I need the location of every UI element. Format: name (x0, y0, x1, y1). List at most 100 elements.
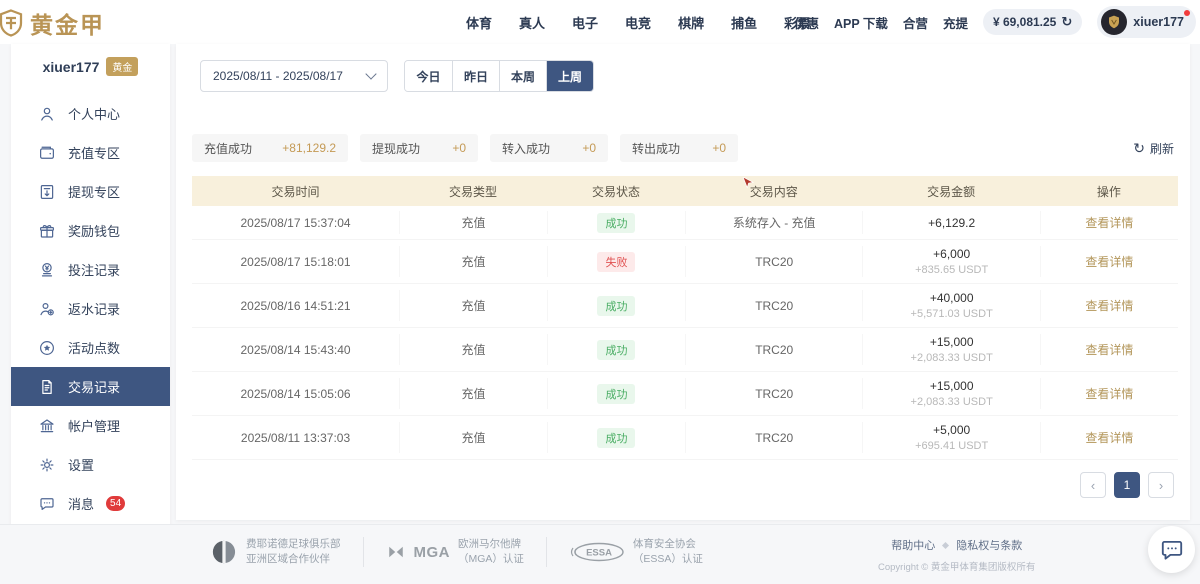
page-1-button[interactable]: 1 (1114, 472, 1140, 498)
tab-yesterday[interactable]: 昨日 (452, 61, 499, 91)
customer-service-button[interactable] (1148, 526, 1195, 573)
cell-action: 查看详情 (1040, 422, 1178, 452)
cell-type: 充值 (399, 211, 547, 234)
nav-sports[interactable]: 体育 (466, 13, 492, 32)
mga-logo-icon (386, 543, 406, 561)
brand-logo[interactable]: 黄金甲 (0, 6, 105, 40)
partner-text: 欧洲马尔他牌 （MGA）认证 (458, 537, 524, 567)
partner-feyenoord: 费耶诺德足球俱乐部 亚洲区域合作伙伴 (210, 537, 341, 567)
amount-usdt: +2,083.33 USDT (911, 396, 993, 408)
gear-icon (38, 456, 56, 474)
cell-amount: +40,000+5,571.03 USDT (862, 290, 1039, 320)
view-details-link[interactable]: 查看详情 (1085, 385, 1133, 402)
sidebar-item-label: 奖励钱包 (68, 221, 120, 240)
cell-type: 充值 (399, 246, 547, 276)
cell-time: 2025/08/16 14:51:21 (192, 290, 399, 320)
refresh-label: 刷新 (1150, 140, 1174, 157)
sidebar-item-withdraw[interactable]: 提现专区 (11, 172, 170, 211)
col-time: 交易时间 (192, 183, 399, 200)
sidebar-item-bet-records[interactable]: 投注记录 (11, 250, 170, 289)
amount-usdt: +2,083.33 USDT (911, 352, 993, 364)
cell-type: 充值 (399, 422, 547, 452)
nav-fishing[interactable]: 捕鱼 (731, 13, 757, 32)
user-icon (38, 105, 56, 123)
sidebar-item-label: 消息 (68, 494, 94, 513)
privacy-terms-link[interactable]: 隐私权与条款 (956, 537, 1022, 553)
cell-content: TRC20 (685, 290, 862, 320)
user-menu[interactable]: xiuer177 (1097, 6, 1196, 38)
sidebar-item-label: 帐户管理 (68, 416, 120, 435)
view-details-link[interactable]: 查看详情 (1085, 297, 1133, 314)
brand-emblem-icon (0, 8, 28, 38)
nav-live[interactable]: 真人 (519, 13, 545, 32)
page-prev-button[interactable]: ‹ (1080, 472, 1106, 498)
status-badge: 失败 (597, 252, 635, 272)
summary-row: 充值成功 +81,129.2 提现成功 +0 转入成功 +0 转出成功 +0 ↻… (192, 134, 1174, 162)
tab-today[interactable]: 今日 (405, 61, 452, 91)
sidebar-item-rebate-records[interactable]: 返水记录 (11, 289, 170, 328)
sidebar-item-transaction-records[interactable]: 交易记录 (11, 367, 170, 406)
sidebar-item-messages[interactable]: 消息 54 (11, 484, 170, 523)
footer-divider (546, 537, 547, 567)
link-deposit-withdraw[interactable]: 充提 (943, 13, 968, 32)
partner-text: 体育安全协会 （ESSA）认证 (633, 537, 703, 567)
header-right: 优惠 APP 下载 合营 充提 ¥ 69,081.25 ↻ xiuer177 (794, 0, 1196, 44)
cell-time: 2025/08/14 15:43:40 (192, 334, 399, 364)
view-details-link[interactable]: 查看详情 (1085, 341, 1133, 358)
partner-mga: MGA 欧洲马尔他牌 （MGA）认证 (386, 537, 524, 567)
main-nav: 体育 真人 电子 电竞 棋牌 捕鱼 彩票 (466, 0, 810, 44)
cell-type: 充值 (399, 334, 547, 364)
sidebar-item-account-management[interactable]: 帐户管理 (11, 406, 170, 445)
refresh-button[interactable]: ↻ 刷新 (1133, 140, 1174, 157)
amount-value: +6,129.2 (928, 216, 975, 230)
nav-slots[interactable]: 电子 (572, 13, 598, 32)
wallet-icon (38, 144, 56, 162)
nav-cards[interactable]: 棋牌 (678, 13, 704, 32)
date-range-select[interactable]: 2025/08/11 - 2025/08/17 (200, 60, 388, 92)
link-partnership[interactable]: 合营 (903, 13, 928, 32)
link-promotions[interactable]: 优惠 (794, 13, 819, 32)
top-header: 黄金甲 体育 真人 电子 电竞 棋牌 捕鱼 彩票 优惠 APP 下载 合营 充提… (0, 0, 1200, 44)
transaction-records-panel: 2025/08/11 - 2025/08/17 今日 昨日 本周 上周 充值成功… (176, 44, 1190, 520)
amount-value: +5,000 (933, 423, 970, 437)
cell-type: 充值 (399, 378, 547, 408)
cell-amount: +5,000 +695.41 USDT (862, 422, 1039, 452)
footer-divider (363, 537, 364, 567)
view-details-link[interactable]: 查看详情 (1085, 214, 1133, 231)
sidebar-item-deposit[interactable]: 充值专区 (11, 133, 170, 172)
col-content: 交易内容 (685, 183, 862, 200)
table-row: 2025/08/14 15:43:40 充值 成功 TRC20 +15,000+… (192, 328, 1178, 372)
view-details-link[interactable]: 查看详情 (1085, 429, 1133, 446)
sidebar-username: xiuer177 (43, 59, 100, 75)
summary-deposit-success: 充值成功 +81,129.2 (192, 134, 348, 162)
page-next-button[interactable]: › (1148, 472, 1174, 498)
cell-content: TRC20 (685, 246, 862, 276)
header-username: xiuer177 (1133, 15, 1184, 29)
sidebar-item-settings[interactable]: 设置 (11, 445, 170, 484)
avatar (1101, 9, 1127, 35)
mga-wordmark: MGA (414, 544, 451, 561)
cell-time: 2025/08/17 15:37:04 (192, 211, 399, 234)
refresh-balance-icon[interactable]: ↻ (1061, 14, 1072, 30)
sidebar-item-label: 提现专区 (68, 182, 120, 201)
nav-esports[interactable]: 电竞 (625, 13, 651, 32)
cell-amount: +6,129.2 (862, 211, 1039, 234)
help-center-link[interactable]: 帮助中心 (891, 537, 935, 553)
sidebar-item-activity-points[interactable]: 活动点数 (11, 328, 170, 367)
amount-usdt: +695.41 USDT (915, 440, 988, 452)
link-app-download[interactable]: APP 下载 (834, 13, 888, 32)
summary-label: 充值成功 (204, 140, 252, 157)
sidebar-item-personal-center[interactable]: 个人中心 (11, 94, 170, 133)
summary-value: +0 (452, 141, 466, 155)
notification-dot (1184, 10, 1190, 16)
view-details-link[interactable]: 查看详情 (1085, 253, 1133, 270)
cell-action: 查看详情 (1040, 334, 1178, 364)
pagination: ‹ 1 › (1080, 472, 1174, 498)
summary-label: 转出成功 (632, 140, 680, 157)
sidebar-item-reward-wallet[interactable]: 奖励钱包 (11, 211, 170, 250)
tab-last-week[interactable]: 上周 (546, 61, 593, 91)
date-range-value: 2025/08/11 - 2025/08/17 (213, 69, 343, 83)
sidebar-item-label: 设置 (68, 455, 94, 474)
tab-this-week[interactable]: 本周 (499, 61, 546, 91)
balance-pill[interactable]: ¥ 69,081.25 ↻ (983, 9, 1082, 35)
